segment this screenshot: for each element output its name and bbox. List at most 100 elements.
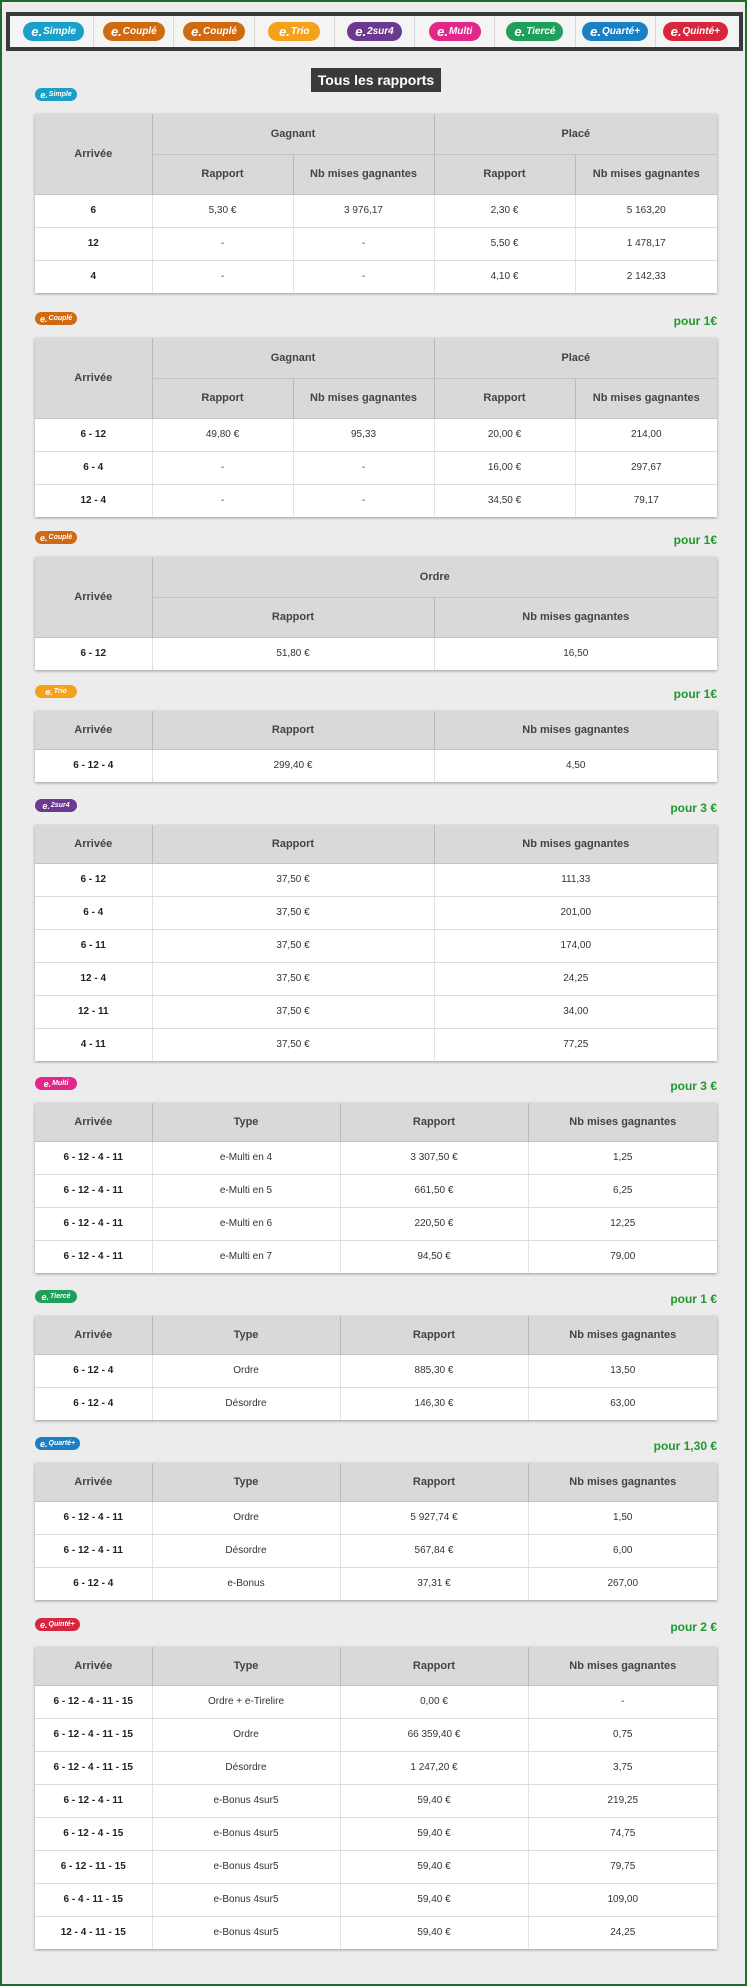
cell-type: Ordre xyxy=(151,1354,340,1388)
logo-label: Couplé xyxy=(48,534,73,541)
logo-label: Simple xyxy=(48,91,72,98)
cell-rapport: 220,50 € xyxy=(339,1207,528,1241)
logo-label: 2sur4 xyxy=(50,802,70,809)
cell-nb-mises: 13,50 xyxy=(527,1354,717,1388)
e-tierce-logo[interactable]: e. Tiercé xyxy=(506,22,564,41)
cell-nb-mises: 1,50 xyxy=(527,1501,717,1535)
2sur4-table: Arrivée Rapport Nb mises gagnantes 6 - 1… xyxy=(35,825,717,1061)
section-head: e. Quinté+ pour 2 € xyxy=(35,1618,717,1636)
cell-nb-mises: 95,33 xyxy=(292,418,434,452)
col-rapport: Rapport xyxy=(339,1103,528,1142)
cell-arrivee: 6 - 12 - 4 xyxy=(35,1387,152,1420)
cell-rapport: 34,50 € xyxy=(433,484,575,517)
cell-rapport: 5,50 € xyxy=(433,227,575,261)
cell-rapport: 94,50 € xyxy=(339,1240,528,1273)
cell-arrivee: 6 - 12 - 4 - 11 xyxy=(35,1174,152,1208)
table-row: 12 - 4 - 11 - 15 e-Bonus 4sur5 59,40 €24,2… xyxy=(35,1916,717,1949)
cell-arrivee: 6 - 12 - 4 - 11 - 15 xyxy=(35,1685,152,1719)
table-row: 6 - 12 - 4 - 11 Désordre 567,84 €6,00 xyxy=(35,1534,717,1568)
nav-item-simple[interactable]: e. Simple xyxy=(14,16,95,47)
cell-nb-mises: 4,50 xyxy=(433,749,717,782)
cell-rapport: 66 359,40 € xyxy=(339,1718,528,1752)
cell-nb-mises: 12,25 xyxy=(527,1207,717,1241)
cell-nb-mises: 111,33 xyxy=(433,863,717,897)
stake-label: pour 3 € xyxy=(670,1079,717,1093)
section-2sur4: e. 2sur4 pour 3 € Arrivée Rapport Nb mise… xyxy=(35,799,717,1061)
e-quarte-logo[interactable]: e. Quarté+ xyxy=(582,22,649,41)
col-nb-mises: Nb mises gagnantes xyxy=(292,378,434,419)
cell-rapport: - xyxy=(151,227,293,261)
cell-rapport: 49,80 € xyxy=(151,418,293,452)
e-simple-logo[interactable]: e. Simple xyxy=(23,22,84,41)
table-row: 6 - 4 - 11 - 15 e-Bonus 4sur5 59,40 €109,0… xyxy=(35,1883,717,1917)
col-arrivee: Arrivée xyxy=(35,1647,152,1686)
col-rapport: Rapport xyxy=(339,1647,528,1686)
cell-type: Désordre xyxy=(151,1751,340,1785)
logo-prefix: e. xyxy=(514,24,526,39)
col-nb-mises: Nb mises gagnantes xyxy=(527,1316,717,1355)
nav-item-trio[interactable]: e. Trio xyxy=(255,16,335,47)
stake-label: pour 2 € xyxy=(670,1620,717,1634)
e-couple-ordre-logo: e. Couplé xyxy=(35,531,78,544)
cell-nb-mises: - xyxy=(292,227,434,261)
nav-item-multi[interactable]: e. Multi xyxy=(415,16,496,47)
cell-nb-mises: 6,25 xyxy=(527,1174,717,1208)
e-couple-ordre-logo[interactable]: e. Couplé xyxy=(183,22,245,41)
trio-table: Arrivée Rapport Nb mises gagnantes 6 - 1… xyxy=(35,711,717,782)
cell-type: e-Bonus 4sur5 xyxy=(151,1817,340,1851)
cell-nb-mises: 74,75 xyxy=(527,1817,717,1851)
logo-label: Multi xyxy=(448,26,473,37)
cell-nb-mises: 79,17 xyxy=(574,484,717,517)
logo-prefix: e. xyxy=(40,1619,48,1630)
table-row: 6 - 12 - 4 - 11 e-Multi en 5 661,50 €6,25 xyxy=(35,1174,717,1208)
logo-label: Couplé xyxy=(203,26,237,37)
col-arrivee: Arrivée xyxy=(35,711,152,750)
col-place: Placé xyxy=(433,114,717,155)
cell-arrivee: 6 - 12 - 4 xyxy=(35,749,152,782)
nav-item-couple[interactable]: e. Couplé xyxy=(94,16,175,47)
cell-nb-mises: 16,50 xyxy=(433,637,717,670)
cell-nb-mises: 24,25 xyxy=(527,1916,717,1949)
cell-type: e-Multi en 7 xyxy=(151,1240,340,1273)
cell-rapport: 4,10 € xyxy=(433,260,575,293)
cell-arrivee: 6 - 12 - 4 - 11 xyxy=(35,1207,152,1241)
table-row: 6 - 12 51,80 € 16,50 xyxy=(35,637,717,670)
logo-prefix: e. xyxy=(45,686,53,697)
logo-prefix: e. xyxy=(355,24,367,39)
nav-item-tierce[interactable]: e. Tiercé xyxy=(495,16,576,47)
cell-rapport: 59,40 € xyxy=(339,1916,528,1949)
logo-label: Quinté+ xyxy=(48,1621,75,1628)
logo-prefix: e. xyxy=(40,1438,48,1449)
section-head: e. Couplé pour 1€ xyxy=(35,531,717,549)
cell-nb-mises: 201,00 xyxy=(433,896,717,930)
cell-rapport: 59,40 € xyxy=(339,1817,528,1851)
nav-item-quinte[interactable]: e. Quinté+ xyxy=(656,16,735,47)
logo-label: Couplé xyxy=(48,315,73,322)
cell-arrivee: 6 - 12 - 4 xyxy=(35,1354,152,1388)
e-2sur4-logo[interactable]: e. 2sur4 xyxy=(347,22,402,41)
cell-nb-mises: 0,75 xyxy=(527,1718,717,1752)
col-rapport: Rapport xyxy=(151,154,293,195)
cell-rapport: 37,50 € xyxy=(151,995,434,1029)
nav-item-2sur4[interactable]: e. 2sur4 xyxy=(335,16,416,47)
col-nb-mises: Nb mises gagnantes xyxy=(527,1463,717,1502)
cell-nb-mises: 79,75 xyxy=(527,1850,717,1884)
cell-nb-mises: 2 142,33 xyxy=(574,260,717,293)
cell-rapport: 51,80 € xyxy=(151,637,434,670)
table-row: 6 - 12 37,50 €111,33 xyxy=(35,863,717,897)
table-row: 6 - 12 - 4 - 11 e-Multi en 7 94,50 €79,00 xyxy=(35,1240,717,1273)
col-rapport: Rapport xyxy=(433,154,575,195)
table-row: 12 - 4 37,50 €24,25 xyxy=(35,962,717,996)
multi-table: Arrivée Type Rapport Nb mises gagnantes … xyxy=(35,1103,717,1273)
nav-item-couple-ordre[interactable]: e. Couplé xyxy=(174,16,255,47)
e-quinte-logo[interactable]: e. Quinté+ xyxy=(662,22,729,41)
cell-type: e-Multi en 5 xyxy=(151,1174,340,1208)
nav-item-quarte[interactable]: e. Quarté+ xyxy=(576,16,656,47)
e-multi-logo[interactable]: e. Multi xyxy=(428,22,481,41)
logo-prefix: e. xyxy=(670,24,682,39)
cell-arrivee: 6 - 12 - 4 - 11 xyxy=(35,1534,152,1568)
e-couple-logo[interactable]: e. Couplé xyxy=(102,22,165,41)
logo-label: Quarté+ xyxy=(48,1440,76,1447)
e-trio-logo[interactable]: e. Trio xyxy=(268,22,321,41)
cell-arrivee: 4 - 11 xyxy=(35,1028,152,1061)
